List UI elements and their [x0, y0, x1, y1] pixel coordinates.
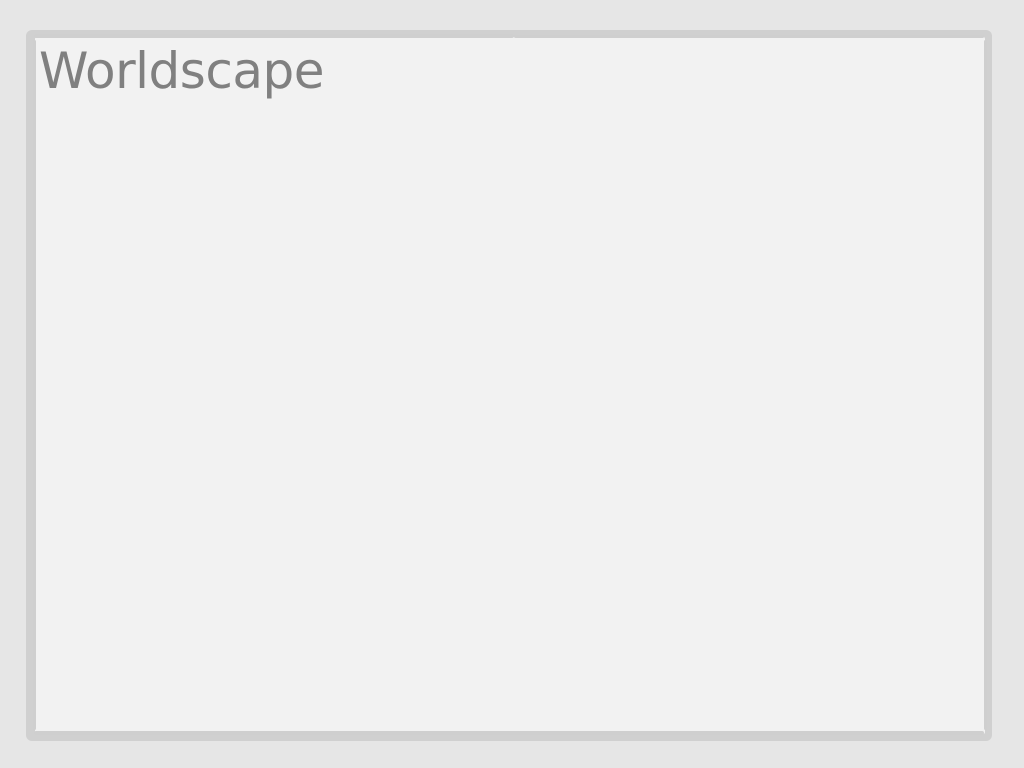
frame-edge-right — [984, 40, 987, 730]
app-title: Worldscape — [39, 42, 324, 100]
frame-edge-bottom — [34, 731, 984, 735]
main-panel — [35, 37, 985, 734]
frame-edge-left — [33, 40, 36, 730]
page: Worldscape — [0, 0, 1024, 768]
frame-edge-top-right — [514, 35, 984, 38]
